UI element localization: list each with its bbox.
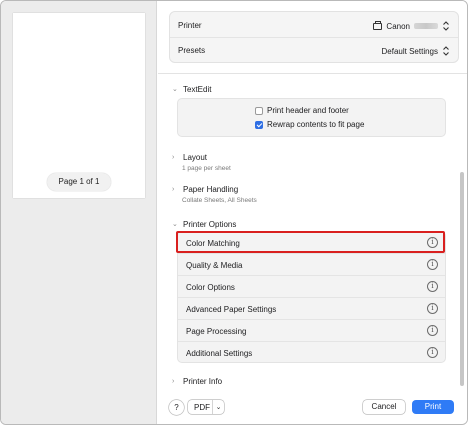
- redacted-printer-model: [414, 23, 438, 29]
- info-icon[interactable]: i: [427, 303, 438, 314]
- info-icon[interactable]: i: [427, 281, 438, 292]
- chevron-right-icon: ›: [172, 185, 175, 193]
- section-paper-handling-title: Paper Handling: [183, 185, 239, 194]
- print-header-footer-option[interactable]: Print header and footer: [255, 106, 349, 115]
- settings-pane: Printer Canon Presets Default Settings ⌄…: [158, 1, 467, 424]
- pdf-label: PDF: [194, 402, 210, 412]
- printer-name: Canon: [386, 21, 410, 31]
- section-printer-options-header[interactable]: ⌄ Printer Options: [172, 220, 236, 229]
- option-label: Color Options: [186, 283, 235, 292]
- option-additional-settings[interactable]: Additional Settings i: [178, 342, 445, 364]
- cancel-button[interactable]: Cancel: [363, 400, 405, 414]
- print-button[interactable]: Print: [412, 400, 454, 414]
- updown-arrows-icon: [443, 21, 449, 31]
- layout-summary: 1 page per sheet: [182, 165, 231, 172]
- pdf-menu-button[interactable]: PDF ⌄: [188, 400, 224, 414]
- scrollbar[interactable]: [460, 172, 464, 386]
- section-layout-header[interactable]: › Layout: [172, 153, 207, 162]
- info-icon[interactable]: i: [427, 237, 438, 248]
- page-preview: [13, 13, 145, 198]
- rewrap-contents-label: Rewrap contents to fit page: [267, 120, 365, 129]
- info-icon[interactable]: i: [427, 259, 438, 270]
- updown-arrows-icon: [443, 46, 449, 56]
- help-button[interactable]: ?: [169, 400, 184, 415]
- rewrap-contents-option[interactable]: Rewrap contents to fit page: [255, 120, 364, 129]
- divider: [158, 73, 467, 74]
- option-label: Quality & Media: [186, 261, 243, 270]
- section-paper-handling-header[interactable]: › Paper Handling: [172, 185, 238, 194]
- section-printer-info-title: Printer Info: [183, 377, 223, 386]
- printer-presets-box: Printer Canon Presets Default Settings: [169, 11, 459, 63]
- option-quality-media[interactable]: Quality & Media i: [178, 254, 445, 276]
- option-label: Additional Settings: [186, 349, 253, 358]
- info-icon[interactable]: i: [427, 347, 438, 358]
- option-color-options[interactable]: Color Options i: [178, 276, 445, 298]
- printer-icon: [373, 20, 383, 30]
- option-label: Page Processing: [186, 327, 247, 336]
- print-header-footer-label: Print header and footer: [267, 106, 349, 115]
- chevron-down-icon: ⌄: [172, 85, 178, 93]
- printer-label: Printer: [178, 21, 202, 30]
- presets-label: Presets: [178, 46, 206, 55]
- preview-pane: Page 1 of 1: [1, 1, 157, 424]
- option-color-matching[interactable]: Color Matching i: [178, 232, 445, 254]
- rewrap-contents-checkbox[interactable]: [255, 120, 263, 129]
- option-label: Advanced Paper Settings: [186, 305, 277, 314]
- option-page-processing[interactable]: Page Processing i: [178, 320, 445, 342]
- chevron-right-icon: ›: [172, 377, 175, 385]
- option-label: Color Matching: [186, 239, 240, 248]
- print-dialog: Page 1 of 1 Printer Canon Presets Defaul…: [0, 0, 468, 425]
- presets-select[interactable]: Default Settings: [382, 45, 450, 57]
- chevron-down-icon: ⌄: [215, 404, 222, 411]
- page-indicator: Page 1 of 1: [47, 173, 111, 191]
- section-textedit-title: TextEdit: [183, 85, 212, 94]
- section-layout-title: Layout: [183, 153, 208, 162]
- print-header-footer-checkbox[interactable]: [255, 106, 263, 115]
- chevron-down-icon: ⌄: [172, 220, 178, 228]
- printer-select[interactable]: Canon: [373, 20, 450, 32]
- chevron-right-icon: ›: [172, 153, 175, 161]
- info-icon[interactable]: i: [427, 325, 438, 336]
- section-printer-options-title: Printer Options: [183, 220, 237, 229]
- section-textedit-header[interactable]: ⌄ TextEdit: [172, 85, 211, 94]
- paper-handling-summary: Collate Sheets, All Sheets: [182, 197, 257, 204]
- presets-row[interactable]: Presets Default Settings: [170, 38, 458, 63]
- section-printer-info-header[interactable]: › Printer Info: [172, 377, 222, 386]
- printer-options-list: Color Matching i Quality & Media i Color…: [177, 231, 446, 363]
- textedit-options-box: Print header and footer Rewrap contents …: [177, 98, 446, 137]
- presets-value: Default Settings: [381, 46, 438, 56]
- printer-row[interactable]: Printer Canon: [170, 13, 458, 38]
- option-advanced-paper-settings[interactable]: Advanced Paper Settings i: [178, 298, 445, 320]
